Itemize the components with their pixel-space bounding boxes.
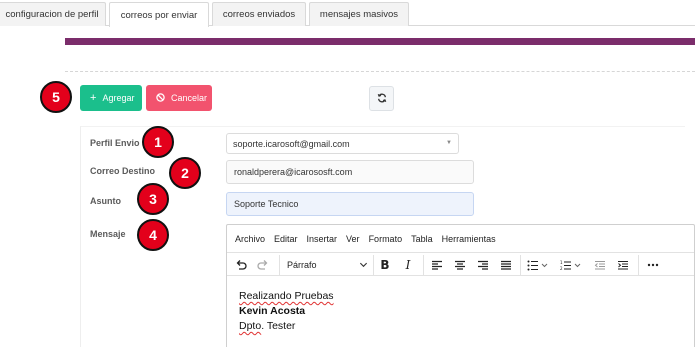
menu-tabla[interactable]: Tabla [411, 234, 433, 244]
badge-5: 5 [40, 81, 72, 113]
correo-destino-label: Correo Destino [90, 166, 156, 176]
italic-icon[interactable]: I [400, 257, 416, 273]
menu-herramientas[interactable]: Herramientas [442, 234, 496, 244]
undo-icon[interactable] [233, 257, 249, 273]
menu-ver[interactable]: Ver [346, 234, 360, 244]
tab-bar: configuracion de perfil correos por envi… [0, 0, 695, 27]
tab-mensajes-masivos[interactable]: mensajes masivos [309, 2, 409, 26]
divider [65, 71, 695, 72]
rich-text-editor: Archivo Editar Insertar Ver Formato Tabl… [226, 224, 695, 347]
cancelar-label: Cancelar [171, 93, 208, 103]
badge-3: 3 [137, 183, 169, 215]
align-left-icon[interactable] [429, 257, 445, 273]
justify-icon[interactable] [498, 257, 514, 273]
content-line-3: Dpto. Tester [239, 319, 334, 334]
toolbar-separator [373, 255, 374, 275]
perfil-envio-value: soporte.icarosoft@gmail.com [233, 138, 350, 149]
correo-destino-input[interactable]: ronaldperera@icarososft.com [226, 160, 474, 184]
indent-icon[interactable] [615, 257, 631, 273]
email-compose-page: configuracion de perfil correos por envi… [0, 0, 695, 347]
block-format-value: Párrafo [287, 260, 317, 270]
toolbar-separator [638, 255, 639, 275]
block-format-select[interactable]: Párrafo [287, 257, 372, 273]
perfil-envio-label: Perfil Envio [90, 138, 140, 148]
badge-1: 1 [142, 126, 174, 158]
perfil-envio-select[interactable]: soporte.icarosoft@gmail.com ▼ [226, 133, 459, 154]
agregar-label: Agregar [102, 93, 135, 103]
toolbar-separator [423, 255, 424, 275]
svg-text:2: 2 [560, 266, 563, 271]
header-accent-bar [65, 38, 695, 45]
ban-icon [156, 92, 165, 104]
menu-archivo[interactable]: Archivo [235, 234, 265, 244]
refresh-icon [377, 90, 387, 108]
agregar-button[interactable]: + Agregar [80, 85, 142, 111]
numbered-list-icon[interactable]: 12 [559, 257, 583, 273]
editor-content[interactable]: Realizando Pruebas Kevin Acosta Dpto. Te… [239, 289, 334, 334]
align-right-icon[interactable] [475, 257, 491, 273]
more-icon[interactable] [643, 257, 663, 273]
badge-2: 2 [169, 157, 201, 189]
asunto-input[interactable]: Soporte Tecnico [226, 192, 474, 216]
content-line-2: Kevin Acosta [239, 305, 306, 317]
toolbar-separator [279, 255, 280, 275]
tab-configuracion-perfil[interactable]: configuracion de perfil [0, 2, 106, 26]
mensaje-label: Mensaje [90, 229, 126, 239]
bullet-list-icon[interactable] [526, 257, 550, 273]
tab-correos-enviados[interactable]: correos enviados [212, 2, 306, 26]
plus-icon: + [90, 91, 97, 104]
content-line-1-text: Realizando Pruebas [239, 290, 334, 302]
content-line-3-rest: . Tester [261, 320, 296, 332]
refresh-button[interactable] [369, 86, 394, 111]
editor-menubar: Archivo Editar Insertar Ver Formato Tabl… [227, 225, 694, 252]
cancelar-button[interactable]: Cancelar [146, 85, 212, 111]
redo-icon[interactable] [255, 257, 271, 273]
toolbar-separator [520, 255, 521, 275]
bold-icon[interactable]: B [377, 257, 393, 273]
svg-text:1: 1 [560, 260, 563, 265]
menu-insertar[interactable]: Insertar [307, 234, 338, 244]
outdent-icon[interactable] [592, 257, 608, 273]
menu-editar[interactable]: Editar [274, 234, 298, 244]
editor-toolbar: Párrafo B I 1 2 [227, 252, 694, 276]
content-line-1: Realizando Pruebas [239, 289, 334, 304]
content-line-3-prefix: Dpto [239, 320, 262, 332]
chevron-down-icon [359, 260, 368, 271]
caret-down-icon: ▼ [446, 140, 452, 146]
asunto-label: Asunto [90, 196, 121, 206]
badge-4: 4 [137, 219, 169, 251]
tab-correos-por-enviar[interactable]: correos por enviar [109, 2, 209, 27]
menu-formato[interactable]: Formato [369, 234, 403, 244]
align-center-icon[interactable] [452, 257, 468, 273]
